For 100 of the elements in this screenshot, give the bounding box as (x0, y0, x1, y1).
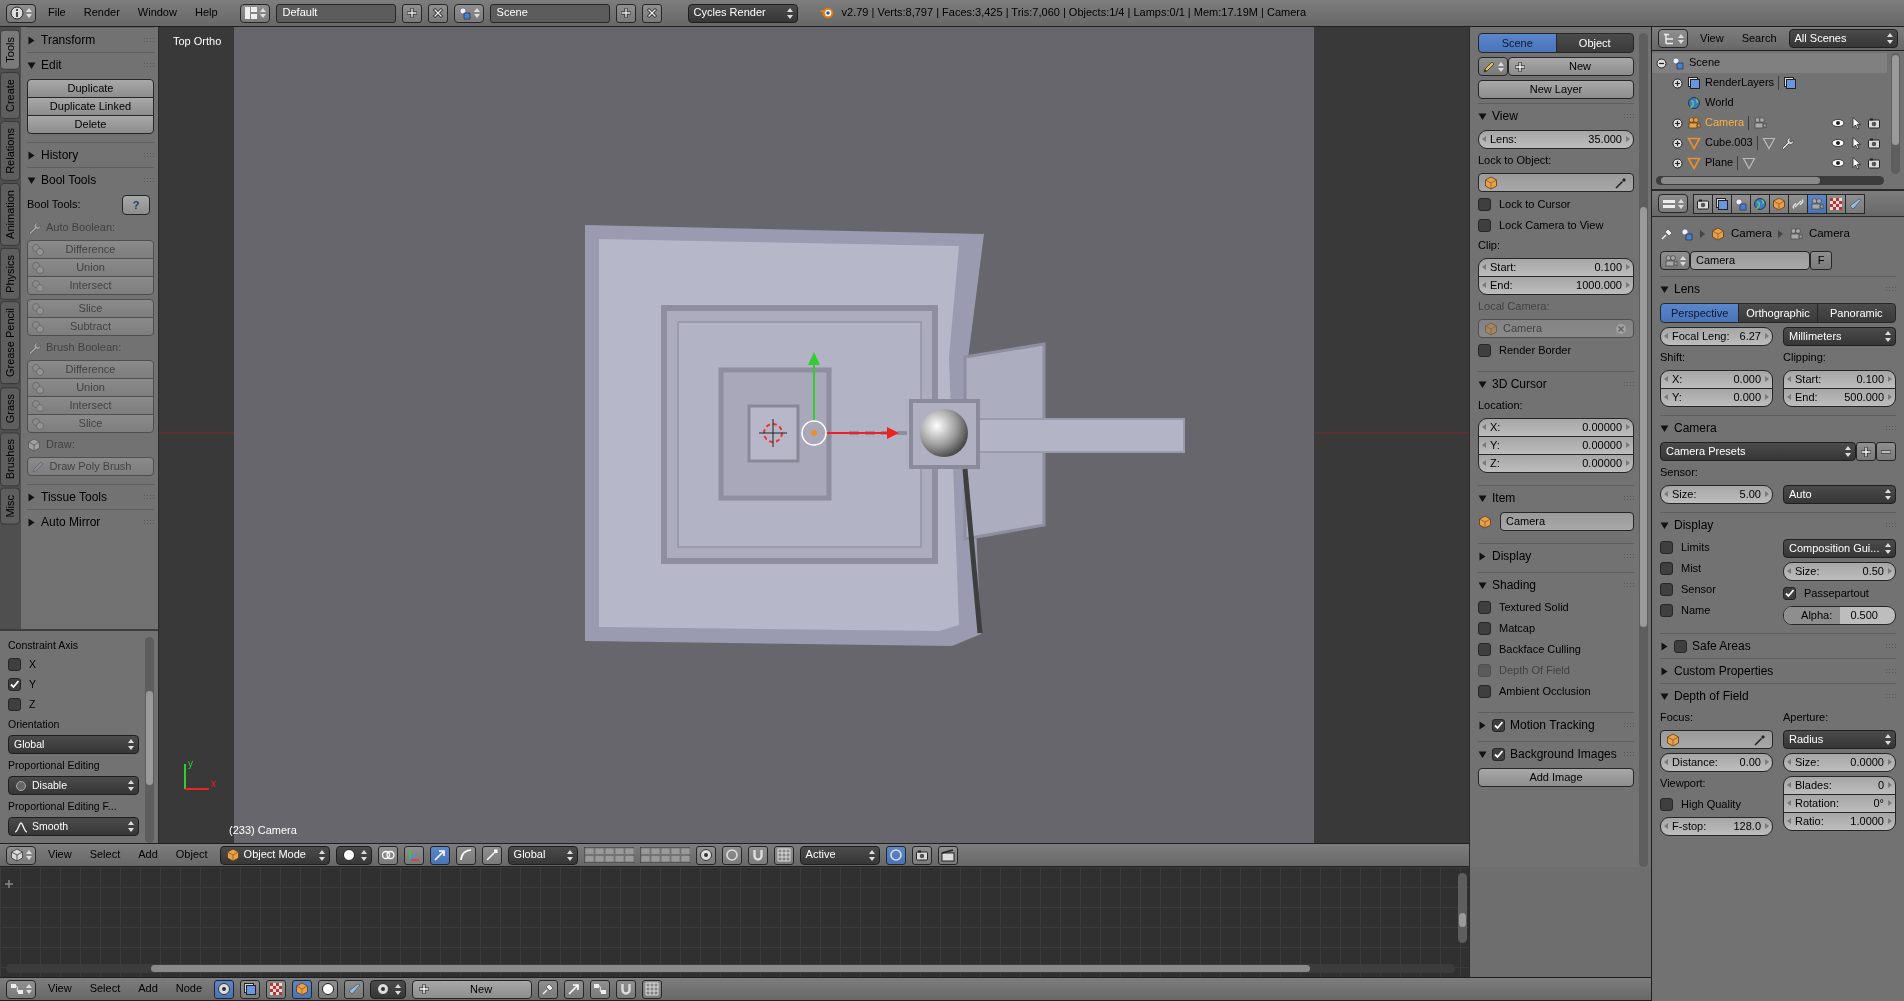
dropdown[interactable]: Radius (1783, 730, 1896, 749)
editor-type-button[interactable] (6, 979, 36, 999)
dropdown[interactable]: Millimeters (1783, 327, 1896, 346)
camera-icon[interactable] (1867, 136, 1881, 150)
number-field[interactable]: Distance: 0.00 (1660, 753, 1773, 772)
panel-header[interactable]: Display (1478, 544, 1634, 568)
panel-header[interactable]: Shading (1478, 573, 1634, 597)
context-tab[interactable] (1807, 193, 1827, 214)
name-field[interactable]: Camera (1690, 251, 1810, 270)
context-tab[interactable] (1769, 193, 1789, 214)
scrollbar-thumb[interactable] (146, 691, 153, 785)
action-button[interactable]: Add Image (1478, 768, 1634, 787)
checkbox[interactable] (1674, 639, 1687, 653)
panel-header[interactable]: Lens (1660, 277, 1896, 301)
tool-button[interactable]: Delete (27, 115, 154, 134)
shading-dropdown[interactable] (370, 979, 407, 999)
toolbar-button[interactable] (641, 3, 662, 23)
layer-grid[interactable] (583, 847, 634, 863)
editor-type-button[interactable] (1658, 29, 1688, 48)
toolbar-button[interactable] (455, 845, 476, 865)
checkbox[interactable] (1660, 541, 1673, 554)
menu-item[interactable]: View (42, 848, 78, 862)
tree-item[interactable]: Plane (1652, 153, 1887, 173)
eye-icon[interactable] (1831, 156, 1845, 170)
panel-header[interactable]: Motion Tracking (1478, 713, 1634, 737)
toolbar-button[interactable] (615, 3, 636, 23)
dropdown[interactable]: Cycles Render (687, 3, 798, 23)
number-field[interactable]: Lens: 35.000 (1478, 130, 1634, 149)
dropdown[interactable]: Global (8, 735, 139, 754)
toolbar-button[interactable] (911, 845, 932, 865)
editor-type-button[interactable] (1658, 194, 1688, 213)
dropdown[interactable]: Active (799, 845, 880, 865)
fake-user-button[interactable]: F (1810, 251, 1832, 270)
toolbar-button[interactable] (564, 979, 585, 999)
checkbox[interactable] (1492, 718, 1505, 732)
checkbox[interactable] (8, 658, 21, 671)
toolbar-button[interactable] (344, 979, 365, 999)
toolbar-button[interactable] (318, 979, 339, 999)
menu-item[interactable]: View (1694, 31, 1730, 46)
panel-header[interactable]: 3D Cursor (1478, 372, 1634, 396)
toolbar-button[interactable] (773, 845, 794, 865)
menu-item[interactable]: Help (188, 6, 224, 20)
context-tab[interactable] (1826, 193, 1846, 214)
name-field[interactable]: Camera (1500, 512, 1634, 531)
layer-grid[interactable] (639, 847, 690, 863)
object-field[interactable] (1478, 173, 1634, 192)
sidebar-tab[interactable]: Physics (0, 247, 20, 300)
expand-icon[interactable] (1672, 77, 1683, 89)
tree-item[interactable]: World (1652, 93, 1887, 113)
expand-icon[interactable] (1672, 117, 1683, 129)
number-field[interactable]: Size: 5.00 (1660, 485, 1773, 504)
dropdown[interactable]: Camera Presets (1660, 442, 1856, 461)
add-button[interactable] (1856, 442, 1876, 461)
menu-item[interactable]: Select (83, 848, 127, 862)
toggle-button[interactable]: Perspective (1660, 303, 1740, 323)
toolbar-button[interactable] (937, 845, 958, 865)
toggle-button[interactable]: Panoramic (1816, 303, 1896, 323)
panel-header[interactable]: Depth of Field (1660, 684, 1896, 708)
scrollbar-thumb[interactable] (1640, 207, 1647, 627)
number-field[interactable]: X: 0.000 (1660, 370, 1773, 389)
help-button[interactable]: ? (122, 195, 150, 215)
panel-header[interactable]: View (1478, 104, 1634, 128)
camera-icon[interactable] (1867, 116, 1881, 130)
toolbar-button[interactable] (429, 845, 450, 865)
panel-header[interactable]: Display (1660, 513, 1896, 537)
layout-field[interactable]: Default (275, 3, 396, 23)
checkbox[interactable] (1478, 344, 1491, 357)
toolbar-button[interactable] (538, 979, 559, 999)
toolbar-button[interactable] (642, 979, 663, 999)
object-field[interactable] (1660, 730, 1773, 749)
toolbar-button[interactable] (266, 979, 287, 999)
number-field[interactable]: End: 1000.000 (1478, 276, 1634, 295)
pointer-icon[interactable] (1849, 116, 1863, 130)
tree-item[interactable]: Cube.003 (1652, 133, 1887, 153)
toggle-button[interactable]: Orthographic (1738, 303, 1818, 323)
context-tab[interactable] (1750, 193, 1770, 214)
toolbar-button[interactable] (240, 979, 261, 999)
number-field[interactable]: F-stop: 128.0 (1660, 817, 1773, 836)
number-field[interactable]: Focal Leng: 6.27 (1660, 327, 1773, 346)
context-tab[interactable] (1712, 193, 1732, 214)
number-field[interactable]: Ratio: 1.0000 (1783, 812, 1896, 831)
expand-icon[interactable] (1672, 137, 1683, 149)
toolbar-button[interactable] (747, 845, 768, 865)
action-button[interactable]: New Layer (1478, 80, 1634, 99)
number-field[interactable]: Size: 0.50 (1783, 562, 1896, 581)
checkbox[interactable] (1783, 587, 1796, 600)
scrollbar-thumb[interactable] (1660, 177, 1821, 184)
panel-header[interactable]: Auto Mirror (27, 510, 154, 534)
collapse-icon[interactable] (1656, 57, 1667, 69)
menu-item[interactable]: Render (77, 6, 126, 20)
dropdown[interactable]: Global (507, 845, 578, 865)
checkbox[interactable] (1478, 601, 1491, 614)
panel-header[interactable]: Camera (1660, 416, 1896, 440)
sidebar-tab[interactable]: Animation (0, 182, 20, 246)
number-field[interactable]: Y: 0.00000 (1478, 436, 1634, 455)
toolbar-button[interactable] (616, 979, 637, 999)
slider[interactable]: Alpha: 0.500 (1783, 606, 1896, 625)
sidebar-tab[interactable]: Brushes (0, 431, 20, 487)
panel-header[interactable]: Edit (27, 53, 154, 77)
dropdown[interactable]: Smooth (8, 817, 139, 836)
